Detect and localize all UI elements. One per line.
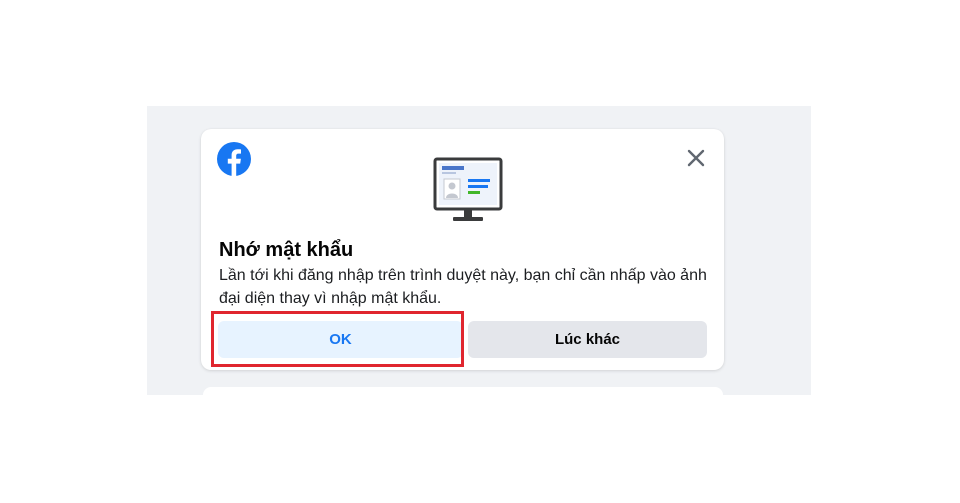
ok-button[interactable]: OK [218, 321, 463, 358]
monitor-illustration-icon [433, 157, 503, 225]
dialog-description: Lần tới khi đăng nhập trên trình duyệt n… [219, 267, 707, 307]
close-icon [687, 149, 705, 167]
dialog-title: Nhớ mật khẩu [219, 239, 354, 261]
later-button[interactable]: Lúc khác [468, 321, 707, 358]
close-button[interactable] [683, 145, 709, 171]
page: Nhớ mật khẩu Lần tới khi đăng nhập trên … [0, 0, 960, 503]
facebook-logo-icon [217, 142, 251, 176]
background-card [203, 387, 723, 395]
remember-password-dialog: Nhớ mật khẩu Lần tới khi đăng nhập trên … [201, 129, 724, 370]
